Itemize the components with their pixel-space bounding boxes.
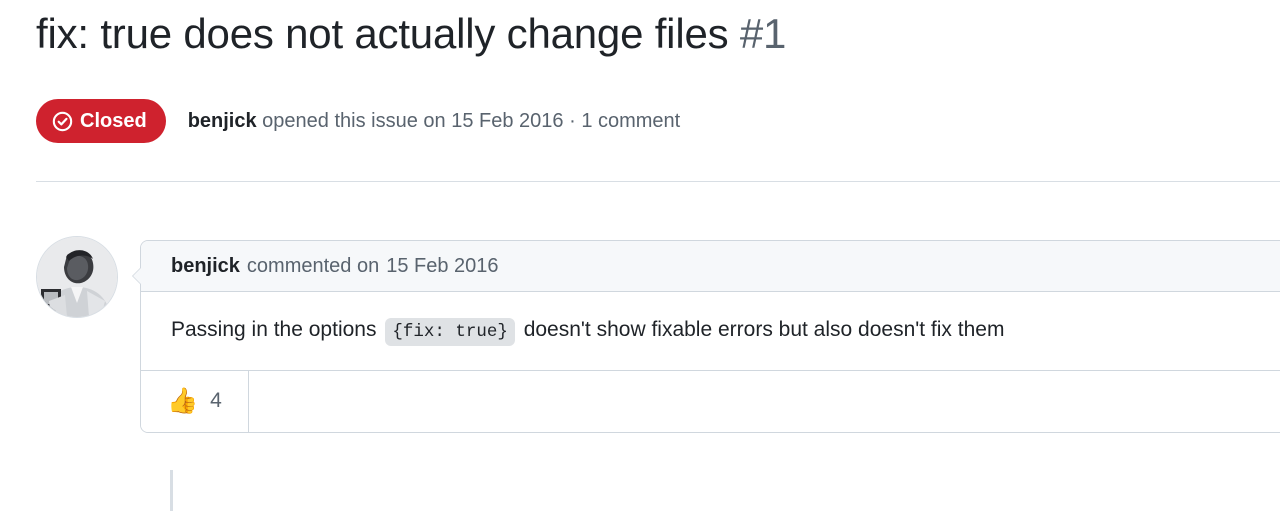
issue-author-link[interactable]: benjick <box>188 110 257 132</box>
issue-comment-count: 1 comment <box>581 110 681 132</box>
comment-text-after: doesn't show fixable errors but also doe… <box>523 318 1005 341</box>
issue-meta-text: benjick opened this issue on 15 Feb 2016… <box>188 109 681 133</box>
avatar[interactable] <box>36 236 118 318</box>
reactions-row: 👍 4 <box>141 369 1280 432</box>
thumbs-up-icon: 👍 <box>167 386 199 415</box>
issue-page: fix: true does not actually change files… <box>0 0 1280 511</box>
reaction-count: 4 <box>210 389 222 412</box>
reaction-thumbs-up-button[interactable]: 👍 4 <box>141 370 249 432</box>
check-circle-icon <box>52 111 73 132</box>
comment-box: benjick commented on 15 Feb 2016 Passing… <box>132 240 1280 433</box>
issue-meta-date: 15 Feb 2016 <box>451 110 564 132</box>
issue-meta-row: Closed benjick opened this issue on 15 F… <box>36 99 680 143</box>
comment-action-text: commented on <box>246 254 380 277</box>
status-badge: Closed <box>36 99 166 143</box>
issue-meta-separator: · <box>563 110 582 132</box>
reactions-empty-area <box>249 371 1280 432</box>
comment-date: 15 Feb 2016 <box>386 254 499 277</box>
comment-author-link[interactable]: benjick <box>171 255 240 278</box>
header-divider <box>36 181 1280 182</box>
inline-code-span: {fix: true} <box>385 318 515 346</box>
issue-number: #1 <box>739 10 787 57</box>
comment-body: Passing in the options {fix: true} doesn… <box>141 292 1280 370</box>
comment-text-before: Passing in the options <box>171 318 377 341</box>
page-title: fix: true does not actually change files… <box>36 8 786 61</box>
status-badge-label: Closed <box>80 109 147 132</box>
comment-header: benjick commented on 15 Feb 2016 <box>141 241 1280 292</box>
issue-title-text: fix: true does not actually change files <box>36 10 729 57</box>
issue-meta-action: opened this issue on <box>256 110 452 132</box>
comment-pointer <box>133 267 142 285</box>
timeline-connector-line <box>170 470 173 511</box>
